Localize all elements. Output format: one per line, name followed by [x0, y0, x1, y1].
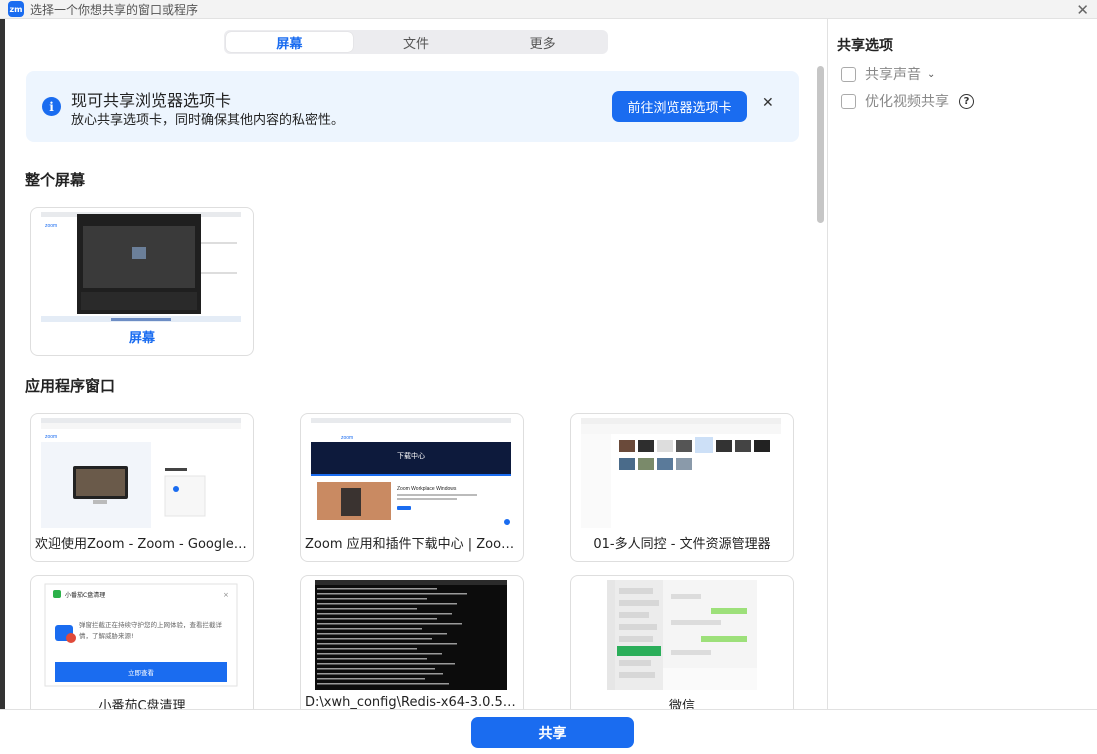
tab-more[interactable]: 更多	[479, 32, 606, 52]
svg-text:下载中心: 下载中心	[397, 451, 425, 460]
scrollbar[interactable]	[815, 66, 825, 706]
zoom-logo-icon: zm	[8, 1, 24, 17]
optimize-video-label: 优化视频共享	[865, 94, 949, 110]
app-card-label: D:\xwh_config\Redis-x64-3.0.504\redis-se…	[305, 695, 523, 709]
footer: 共享	[0, 709, 1097, 754]
app-card-label: 微信	[668, 699, 695, 709]
window-title: 选择一个你想共享的窗口或程序	[30, 2, 199, 17]
app-card-label: 小番茄C盘清理	[98, 699, 186, 709]
go-browser-tab-button[interactable]: 前往浏览器选项卡	[612, 91, 747, 122]
svg-text:小番茄C盘清理: 小番茄C盘清理	[65, 591, 105, 599]
browser-tab-banner: i 现可共享浏览器选项卡 放心共享选项卡，同时确保其他内容的私密性。 前往浏览器…	[26, 71, 799, 142]
banner-title: 现可共享浏览器选项卡	[71, 91, 232, 110]
chrome-zoom-thumbnail: zoom	[41, 418, 241, 528]
app-card-chrome-zoom[interactable]: zoom 欢迎使用Zoom - Zoom - Google Chrome	[30, 413, 254, 562]
svg-text:立即查看: 立即查看	[128, 668, 155, 677]
app-card-file-explorer[interactable]: 01-多人同控 - 文件资源管理器	[570, 413, 794, 562]
app-card-cleaner[interactable]: 小番茄C盘清理 × 弹窗拦截正在持续守护您的上网体验，查看拦截详情，了解威胁来源…	[30, 575, 254, 709]
app-card-label: 01-多人同控 - 文件资源管理器	[593, 537, 771, 552]
share-options-panel: 共享选项 共享声音 ⌄ 优化视频共享 ?	[828, 19, 1097, 709]
svg-text:zoom: zoom	[341, 435, 353, 441]
share-button[interactable]: 共享	[471, 717, 634, 748]
screen-section-title: 整个屏幕	[25, 171, 86, 189]
svg-text:Zoom Workplace Windows: Zoom Workplace Windows	[397, 486, 457, 492]
title-bar: zm 选择一个你想共享的窗口或程序 ✕	[0, 0, 1097, 19]
app-card-label: 欢迎使用Zoom - Zoom - Google Chrome	[35, 537, 253, 552]
share-main-panel: 屏幕 文件 更多 i 现可共享浏览器选项卡 放心共享选项卡，同时确保其他内容的私…	[5, 19, 813, 709]
cleaner-thumbnail: 小番茄C盘清理 × 弹窗拦截正在持续守护您的上网体验，查看拦截详情，了解威胁来源…	[41, 580, 241, 690]
wechat-thumbnail	[581, 580, 781, 690]
banner-close-icon[interactable]: ✕	[762, 95, 774, 111]
share-sound-option[interactable]: 共享声音 ⌄	[841, 64, 935, 84]
screen-thumbnail: zoom	[41, 212, 241, 322]
download-center-thumbnail: zoom 下载中心 Zoom Workplace Windows	[311, 418, 511, 528]
tab-file[interactable]: 文件	[353, 32, 480, 52]
share-tabs: 屏幕 文件 更多	[224, 30, 608, 54]
screen-card[interactable]: zoom 屏幕	[30, 207, 254, 356]
share-options-title: 共享选项	[837, 38, 893, 54]
app-card-wechat[interactable]: 微信	[570, 575, 794, 709]
help-icon[interactable]: ?	[959, 93, 974, 109]
svg-text:×: ×	[223, 591, 229, 599]
apps-section-title: 应用程序窗口	[25, 377, 116, 395]
info-icon: i	[42, 97, 61, 116]
share-sound-checkbox[interactable]	[841, 66, 856, 82]
share-sound-label: 共享声音	[865, 67, 921, 83]
close-icon[interactable]: ✕	[1076, 1, 1089, 19]
app-card-download-center[interactable]: zoom 下载中心 Zoom Workplace Windows Zoom 应用…	[300, 413, 524, 562]
redis-console-thumbnail	[311, 580, 511, 690]
file-explorer-thumbnail	[581, 418, 781, 528]
svg-text:zoom: zoom	[45, 434, 57, 440]
chevron-down-icon[interactable]: ⌄	[927, 69, 935, 80]
app-card-redis[interactable]: D:\xwh_config\Redis-x64-3.0.504\redis-se…	[300, 575, 524, 709]
scrollbar-thumb[interactable]	[817, 66, 824, 223]
optimize-video-option[interactable]: 优化视频共享 ?	[841, 91, 974, 111]
tab-screen[interactable]: 屏幕	[226, 32, 353, 52]
app-card-label: Zoom 应用和插件下载中心 | Zoom - Google Chrome	[305, 537, 523, 552]
banner-subtitle: 放心共享选项卡，同时确保其他内容的私密性。	[71, 113, 345, 128]
screen-card-label: 屏幕	[128, 331, 155, 346]
optimize-video-checkbox[interactable]	[841, 93, 856, 109]
thumb-zoom-brand: zoom	[45, 223, 57, 229]
